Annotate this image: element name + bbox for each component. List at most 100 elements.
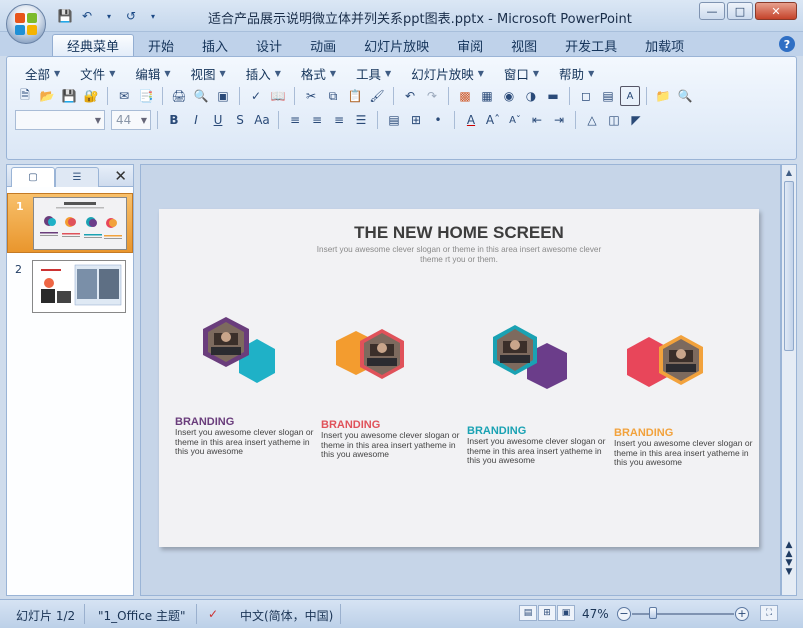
permission-icon[interactable]: 🔐 bbox=[81, 86, 101, 106]
folder-icon[interactable]: 📁 bbox=[653, 86, 673, 106]
font-size-combo[interactable]: 44 ▼ bbox=[111, 110, 151, 130]
strikethrough-icon[interactable]: S bbox=[230, 110, 250, 130]
shapes-icon[interactable]: △ bbox=[582, 110, 602, 130]
publish-icon[interactable]: 📑 bbox=[136, 86, 156, 106]
print-preview-icon[interactable]: 🔍 bbox=[191, 86, 211, 106]
insert-table-icon[interactable]: ▦ bbox=[477, 86, 497, 106]
change-case-icon[interactable]: Aa bbox=[252, 110, 272, 130]
slide-canvas[interactable]: THE NEW HOME SCREEN Insert you awesome c… bbox=[159, 209, 759, 547]
slideshow-view-icon[interactable]: ▣ bbox=[557, 605, 575, 621]
arrange-icon[interactable]: ◫ bbox=[604, 110, 624, 130]
email-icon[interactable]: ✉ bbox=[114, 86, 134, 106]
zoom-out-icon[interactable]: − bbox=[617, 607, 631, 621]
hexagon-graphic-1[interactable] bbox=[181, 309, 291, 399]
insert-object-icon[interactable]: ◉ bbox=[499, 86, 519, 106]
color-grayscale-icon[interactable]: ◑ bbox=[521, 86, 541, 106]
justify-icon[interactable]: ☰ bbox=[351, 110, 371, 130]
tab-slides[interactable]: ▢ bbox=[11, 167, 55, 187]
menu-file[interactable]: 文件 ▼ bbox=[70, 64, 125, 82]
underline-icon[interactable]: U bbox=[208, 110, 228, 130]
slide-sorter-icon[interactable]: ⊞ bbox=[538, 605, 556, 621]
menu-tools[interactable]: 工具 ▼ bbox=[346, 64, 401, 82]
print-icon[interactable]: 🖨 bbox=[169, 86, 189, 106]
tab-animation[interactable]: 动画 bbox=[296, 34, 350, 56]
branding-card-4[interactable]: BRANDING Insert you awesome clever sloga… bbox=[614, 427, 754, 468]
new-icon[interactable]: 🗎 bbox=[15, 86, 35, 106]
hexagon-graphic-3[interactable] bbox=[477, 317, 587, 407]
maximize-button[interactable]: □ bbox=[727, 2, 753, 20]
bold-icon[interactable]: B bbox=[164, 110, 184, 130]
dropdown-icon[interactable]: ▾ bbox=[100, 7, 118, 25]
spell-check-icon[interactable]: ✓ bbox=[208, 607, 218, 621]
normal-view-icon[interactable]: ▤ bbox=[519, 605, 537, 621]
vertical-scrollbar[interactable]: ▲ ▲ ▲ ▼ ▼ bbox=[781, 164, 797, 596]
research-icon[interactable]: 📖 bbox=[268, 86, 288, 106]
scroll-up-icon[interactable]: ▲ bbox=[782, 165, 796, 179]
redo-icon[interactable]: ↺ bbox=[122, 7, 140, 25]
spelling-icon[interactable]: ✓ bbox=[246, 86, 266, 106]
align-right-icon[interactable]: ≡ bbox=[329, 110, 349, 130]
font-color-icon[interactable]: A bbox=[461, 110, 481, 130]
menu-help[interactable]: 帮助 ▼ bbox=[549, 64, 604, 82]
tab-review[interactable]: 审阅 bbox=[443, 34, 497, 56]
close-button[interactable]: ✕ bbox=[755, 2, 797, 20]
slide-title[interactable]: THE NEW HOME SCREEN bbox=[159, 223, 759, 243]
open-icon[interactable]: 📂 bbox=[37, 86, 57, 106]
menu-edit[interactable]: 编辑 ▼ bbox=[125, 64, 180, 82]
branding-card-3[interactable]: BRANDING Insert you awesome clever sloga… bbox=[467, 425, 607, 466]
layout-icon[interactable]: ▤ bbox=[598, 86, 618, 106]
menu-slideshow[interactable]: 幻灯片放映 ▼ bbox=[401, 64, 494, 82]
format-painter-icon[interactable]: 🖌 bbox=[367, 86, 387, 106]
tab-design[interactable]: 设计 bbox=[242, 34, 296, 56]
tab-addins[interactable]: 加载项 bbox=[631, 34, 698, 56]
undo-icon[interactable]: ↶ bbox=[78, 7, 96, 25]
slide-subtitle[interactable]: Insert you awesome clever slogan or them… bbox=[309, 245, 609, 265]
new-slide-icon[interactable]: ◻ bbox=[576, 86, 596, 106]
zoom-in-icon[interactable]: + bbox=[735, 607, 749, 621]
prev-next-slide-icon[interactable]: ▲ ▲ ▼ ▼ bbox=[783, 541, 795, 577]
branding-card-1[interactable]: BRANDING Insert you awesome clever sloga… bbox=[175, 416, 315, 457]
close-icon[interactable]: ✕ bbox=[114, 167, 127, 185]
align-left-icon[interactable]: ≡ bbox=[285, 110, 305, 130]
scrollbar-thumb[interactable] bbox=[784, 181, 794, 351]
columns-icon[interactable]: ▤ bbox=[384, 110, 404, 130]
hexagon-graphic-4[interactable] bbox=[621, 325, 731, 415]
office-button[interactable] bbox=[6, 4, 46, 44]
zoom-slider-thumb[interactable] bbox=[648, 607, 657, 619]
customize-icon[interactable]: ▾ bbox=[144, 7, 162, 25]
menu-window[interactable]: 窗口 ▼ bbox=[494, 64, 549, 82]
menu-format[interactable]: 格式 ▼ bbox=[291, 64, 346, 82]
menu-insert[interactable]: 插入 ▼ bbox=[236, 64, 291, 82]
tab-view[interactable]: 视图 bbox=[497, 34, 551, 56]
slide-thumbnail-1[interactable]: 1 bbox=[7, 193, 133, 253]
cut-icon[interactable]: ✂ bbox=[301, 86, 321, 106]
tab-slideshow[interactable]: 幻灯片放映 bbox=[350, 34, 443, 56]
fit-to-window-icon[interactable]: ⛶ bbox=[760, 605, 778, 621]
redo-icon[interactable]: ↷ bbox=[422, 86, 442, 106]
tab-insert[interactable]: 插入 bbox=[188, 34, 242, 56]
tab-home[interactable]: 开始 bbox=[134, 34, 188, 56]
increase-indent-icon[interactable]: ⇥ bbox=[549, 110, 569, 130]
tab-classic-menu[interactable]: 经典菜单 bbox=[52, 34, 135, 56]
language-indicator[interactable]: 中文(简体，中国) bbox=[240, 607, 333, 624]
increase-font-icon[interactable]: Aˆ bbox=[483, 110, 503, 130]
font-name-combo[interactable]: ▼ bbox=[15, 110, 105, 130]
shape-fill-icon[interactable]: ◤ bbox=[626, 110, 646, 130]
menu-view[interactable]: 视图 ▼ bbox=[181, 64, 236, 82]
zoom-icon[interactable]: 🔍 bbox=[675, 86, 695, 106]
theme-name[interactable]: "1_Office 主题" bbox=[98, 607, 186, 624]
decrease-font-icon[interactable]: Aˇ bbox=[505, 110, 525, 130]
zoom-level[interactable]: 47% bbox=[582, 607, 609, 621]
color-scheme-icon[interactable]: ▬ bbox=[543, 86, 563, 106]
copy-icon[interactable]: ⧉ bbox=[323, 86, 343, 106]
insert-chart-icon[interactable]: ▩ bbox=[455, 86, 475, 106]
undo-icon[interactable]: ↶ bbox=[400, 86, 420, 106]
bullets-icon[interactable]: • bbox=[428, 110, 448, 130]
tab-outline[interactable]: ☰ bbox=[55, 167, 99, 187]
save-icon[interactable]: 💾 bbox=[56, 7, 74, 25]
paste-icon[interactable]: 📋 bbox=[345, 86, 365, 106]
minimize-button[interactable]: — bbox=[699, 2, 725, 20]
slide-thumbnail-2[interactable]: 2 bbox=[7, 257, 133, 317]
text-box-icon[interactable]: A bbox=[620, 86, 640, 106]
tab-developer[interactable]: 开发工具 bbox=[551, 34, 631, 56]
